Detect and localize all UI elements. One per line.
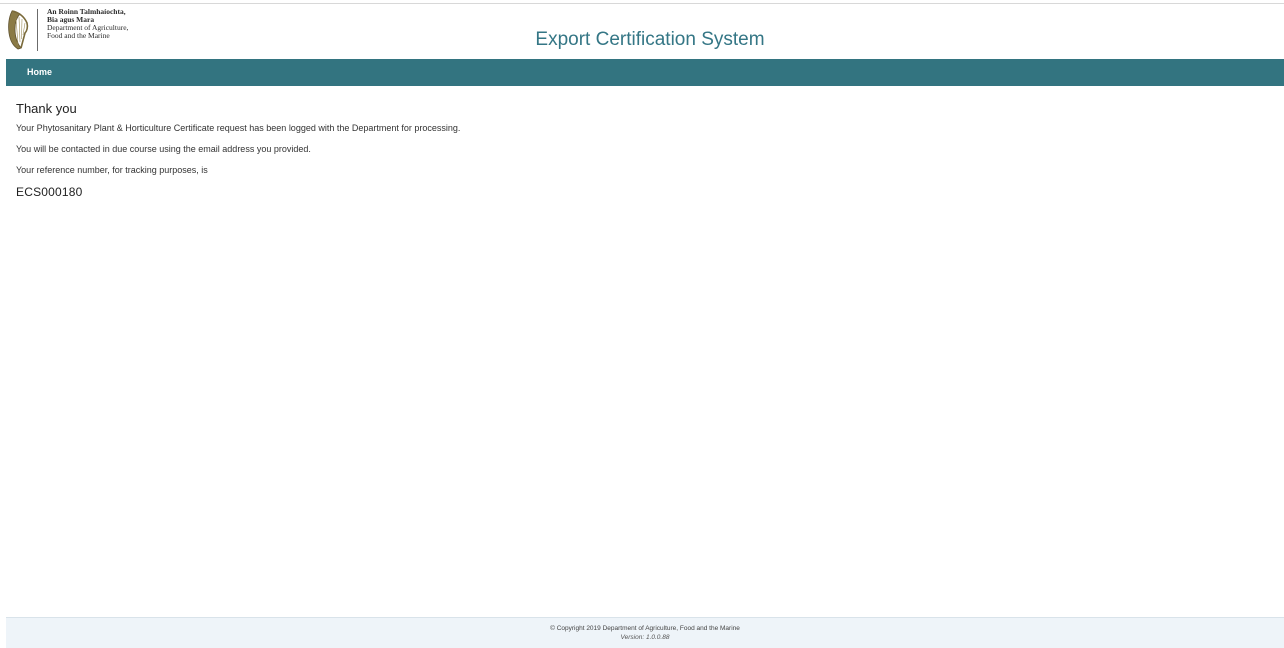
reference-intro-message: Your reference number, for tracking purp… xyxy=(16,165,208,175)
page-heading: Thank you xyxy=(16,101,77,116)
reference-number: ECS000180 xyxy=(16,185,83,199)
copyright-text: © Copyright 2019 Department of Agricultu… xyxy=(550,625,740,632)
request-logged-message: Your Phytosanitary Plant & Horticulture … xyxy=(16,123,461,133)
nav-home-link[interactable]: Home xyxy=(27,59,52,86)
confirmation-content: Thank you Your Phytosanitary Plant & Hor… xyxy=(16,101,460,199)
main-navbar: Home xyxy=(6,59,1284,86)
footer: © Copyright 2019 Department of Agricultu… xyxy=(6,617,1284,648)
contact-message: You will be contacted in due course usin… xyxy=(16,144,311,154)
app-title: Export Certification System xyxy=(535,29,765,50)
page: An Roinn Talmhaíochta, Bia agus Mara Dep… xyxy=(0,0,1284,648)
version-text: Version: 1.0.0.88 xyxy=(620,634,670,641)
header: An Roinn Talmhaíochta, Bia agus Mara Dep… xyxy=(0,4,1284,58)
